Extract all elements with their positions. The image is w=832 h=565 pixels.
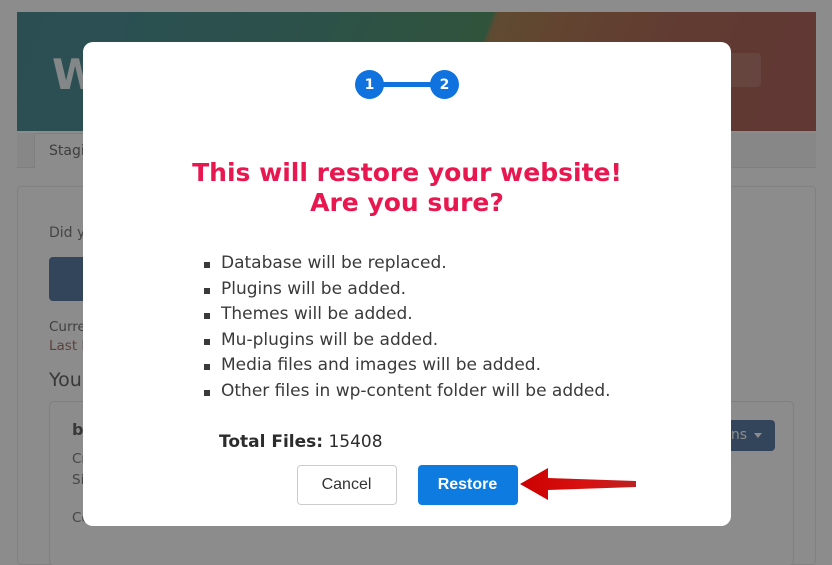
restore-effects-list: Database will be replaced. Plugins will … — [203, 251, 611, 404]
list-item: Database will be replaced. — [203, 251, 611, 277]
modal-title: This will restore your website! Are you … — [83, 158, 731, 217]
modal-title-line-2: Are you sure? — [310, 187, 504, 217]
list-item: Media files and images will be added. — [203, 353, 611, 379]
list-item: Other files in wp-content folder will be… — [203, 379, 611, 405]
total-files-value: 15408 — [328, 432, 383, 452]
total-files-label: Total Files: — [219, 432, 324, 452]
list-item: Mu-plugins will be added. — [203, 328, 611, 354]
cancel-button[interactable]: Cancel — [296, 465, 397, 505]
list-item: Plugins will be added. — [203, 277, 611, 303]
screenshot-root: W Staging Did yo C Curren Last Ba Your b… — [0, 0, 832, 565]
modal-title-line-1: This will restore your website! — [192, 158, 622, 187]
restore-button[interactable]: Restore — [417, 465, 518, 505]
stepper-connector — [383, 82, 431, 87]
stepper-step-2[interactable]: 2 — [430, 70, 459, 99]
restore-confirmation-modal: 1 2 This will restore your website! Are … — [83, 42, 731, 526]
list-item: Themes will be added. — [203, 302, 611, 328]
modal-actions: Cancel Restore — [83, 465, 731, 505]
total-files-row: Total Files: 15408 — [219, 432, 383, 452]
wizard-stepper: 1 2 — [83, 70, 731, 99]
stepper-step-1[interactable]: 1 — [355, 70, 384, 99]
